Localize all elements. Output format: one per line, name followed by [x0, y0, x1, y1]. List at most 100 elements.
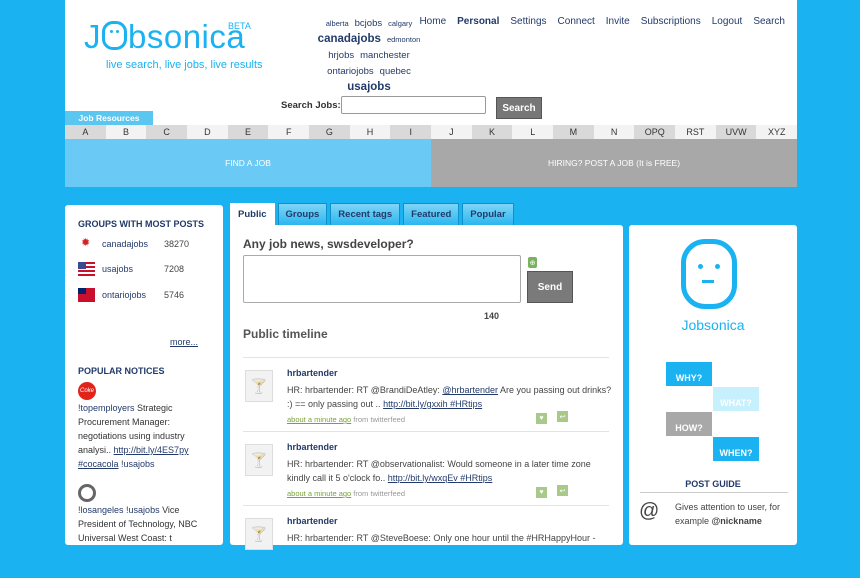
alpha-link-c[interactable]: C: [146, 125, 188, 139]
guide-example: @nickname: [711, 516, 762, 526]
notice-hashtag[interactable]: #HRtips: [448, 399, 482, 409]
tab-public[interactable]: Public: [230, 203, 275, 225]
city-link[interactable]: canadajobs: [318, 32, 381, 46]
group-row[interactable]: canadajobs 38270: [78, 235, 218, 253]
city-link[interactable]: ontariojobs: [327, 65, 373, 79]
search-button[interactable]: Search: [496, 97, 542, 119]
tab-popular[interactable]: Popular: [462, 203, 514, 225]
tab-featured[interactable]: Featured: [403, 203, 460, 225]
alpha-link-n[interactable]: N: [593, 125, 635, 139]
alpha-link-e[interactable]: E: [227, 125, 269, 139]
nav-search[interactable]: Search: [753, 16, 785, 27]
alpha-link-l[interactable]: L: [512, 125, 554, 139]
notice-meta: about a minute ago from twitterfeed: [287, 489, 405, 498]
alpha-link-rst[interactable]: RST: [675, 125, 716, 139]
notice-group-link[interactable]: !usajobs: [124, 505, 160, 515]
logo[interactable]: Jbsonica: [84, 18, 245, 56]
alphabet-bar: A B C D E F G H I J K L M N OPQ RST UVW …: [65, 125, 798, 139]
alpha-link-d[interactable]: D: [187, 125, 228, 139]
city-link[interactable]: calgary: [388, 17, 412, 31]
post-job-button[interactable]: HIRING? POST A JOB (It is FREE): [431, 139, 797, 187]
city-link[interactable]: manchester: [360, 49, 410, 63]
notice-group-link[interactable]: !usajobs: [119, 459, 155, 469]
how-box[interactable]: HOW?: [666, 412, 712, 436]
alpha-link-h[interactable]: H: [349, 125, 391, 139]
alpha-link-xyz[interactable]: XYZ: [756, 125, 798, 139]
notice-mention[interactable]: @hrbartender: [442, 385, 498, 395]
send-button[interactable]: Send: [527, 271, 573, 303]
tab-recent-tags[interactable]: Recent tags: [330, 203, 401, 225]
nav-invite[interactable]: Invite: [606, 16, 630, 27]
nav-logout[interactable]: Logout: [712, 16, 743, 27]
notice-content: HR: hrbartender: RT @SteveBoese: Only on…: [287, 531, 613, 545]
notice-hashtag[interactable]: #cocacola: [78, 459, 119, 469]
martini-avatar-icon[interactable]: 🍸: [245, 518, 273, 550]
nav-home[interactable]: Home: [419, 16, 446, 27]
notice-timestamp[interactable]: about a minute ago: [287, 415, 351, 424]
popular-notices-title: POPULAR NOTICES: [78, 366, 165, 376]
city-link[interactable]: alberta: [326, 17, 349, 31]
what-box[interactable]: WHAT?: [713, 387, 759, 411]
alpha-link-m[interactable]: M: [553, 125, 594, 139]
city-link[interactable]: hrjobs: [328, 49, 354, 63]
mascot-mouth: [702, 280, 714, 283]
alpha-link-b[interactable]: B: [105, 125, 147, 139]
avatar-ring-icon[interactable]: [78, 484, 96, 502]
alpha-link-a[interactable]: A: [65, 125, 106, 139]
city-link[interactable]: edmonton: [387, 33, 420, 47]
alpha-link-j[interactable]: J: [431, 125, 472, 139]
favorite-heart-icon[interactable]: ♥: [536, 487, 547, 498]
tagline: live search, live jobs, live results: [106, 59, 263, 71]
nav-subscriptions[interactable]: Subscriptions: [641, 16, 701, 27]
notice-author[interactable]: hrbartender: [287, 368, 338, 378]
group-name[interactable]: usajobs: [102, 264, 164, 274]
city-link[interactable]: quebec: [380, 65, 411, 79]
alpha-link-k[interactable]: K: [471, 125, 513, 139]
group-name[interactable]: canadajobs: [102, 239, 164, 249]
alpha-link-opq[interactable]: OPQ: [634, 125, 676, 139]
notice-url[interactable]: http://bit.ly/gxxih: [383, 399, 448, 409]
city-link[interactable]: bcjobs: [355, 17, 382, 31]
brand-name: Jobsonica: [681, 317, 745, 333]
notice-textarea[interactable]: [243, 255, 521, 303]
reply-icon[interactable]: ↩: [557, 411, 568, 422]
job-resources-tab[interactable]: Job Resources: [65, 111, 153, 125]
notice-hashtag[interactable]: #HRtips: [458, 473, 492, 483]
more-groups-link[interactable]: more...: [170, 337, 198, 347]
group-row[interactable]: ontariojobs 5746: [78, 286, 218, 304]
at-symbol-icon: @: [639, 500, 660, 522]
coca-cola-logo-icon[interactable]: Coke: [78, 382, 96, 400]
attach-icon[interactable]: ⊕: [528, 257, 537, 268]
when-box[interactable]: WHEN?: [713, 437, 759, 461]
nav-connect[interactable]: Connect: [558, 16, 595, 27]
notice-group-link[interactable]: !losangeles: [78, 505, 124, 515]
popular-notice: Coke !topemployers Strategic Procurement…: [78, 382, 216, 471]
notice-timestamp[interactable]: about a minute ago: [287, 489, 351, 498]
find-job-button[interactable]: FIND A JOB: [65, 139, 431, 187]
beta-badge: BETA: [228, 21, 251, 31]
notice-group-link[interactable]: !topemployers: [78, 403, 135, 413]
notice-url[interactable]: http://bit.ly/4ES7py: [114, 445, 189, 455]
notice-source: from twitterfeed: [351, 489, 405, 498]
alpha-link-uvw[interactable]: UVW: [715, 125, 757, 139]
favorite-heart-icon[interactable]: ♥: [536, 413, 547, 424]
group-name[interactable]: ontariojobs: [102, 290, 164, 300]
group-row[interactable]: usajobs 7208: [78, 260, 218, 278]
notice-author[interactable]: hrbartender: [287, 442, 338, 452]
notice-author[interactable]: hrbartender: [287, 516, 338, 526]
nav-settings[interactable]: Settings: [510, 16, 546, 27]
nav-personal[interactable]: Personal: [457, 16, 499, 27]
right-sidebar: Jobsonica WHY? WHAT? HOW? WHEN? POST GUI…: [629, 225, 797, 545]
alpha-link-i[interactable]: I: [390, 125, 432, 139]
martini-avatar-icon[interactable]: 🍸: [245, 444, 273, 476]
alpha-link-g[interactable]: G: [309, 125, 350, 139]
why-box[interactable]: WHY?: [666, 362, 712, 386]
logo-face-icon: [102, 21, 127, 50]
search-input[interactable]: [341, 96, 486, 114]
alpha-link-f[interactable]: F: [268, 125, 310, 139]
tab-groups[interactable]: Groups: [277, 203, 328, 225]
notice-url[interactable]: http://bit.ly/wxqEv: [388, 473, 458, 483]
reply-icon[interactable]: ↩: [557, 485, 568, 496]
martini-avatar-icon[interactable]: 🍸: [245, 370, 273, 402]
city-link[interactable]: usajobs: [347, 80, 390, 94]
